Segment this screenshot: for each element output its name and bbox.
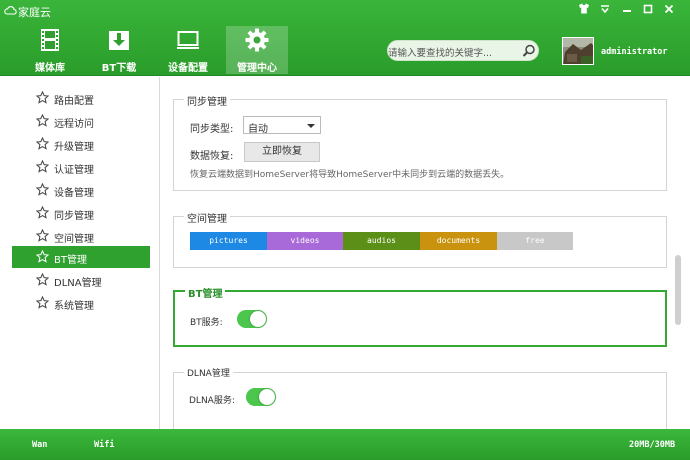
app-header: 家庭云 媒体库 BT下载 设备配置 管理中心 请输入要查找的关键字... adm… [0,0,690,76]
sidebar-item-bt[interactable]: BT管理 [12,246,150,268]
sidebar-item-label: 远程访问 [54,119,94,130]
maximize-icon[interactable] [641,3,655,17]
download-icon [109,31,129,50]
sync-type-value: 自动 [248,124,268,135]
space-bar-documents: documents [420,232,497,250]
sidebar-item-sync[interactable]: 同步管理 [12,202,150,224]
sidebar-item-label: 路由配置 [54,96,94,107]
section-title: 同步管理 [184,93,230,108]
section-title: DLNA管理 [184,366,233,379]
sidebar-item-label: 升级管理 [54,142,94,153]
monitor-icon [177,31,199,49]
space-section: 空间管理 pictures videos audios documents fr… [173,210,667,268]
section-title: 空间管理 [184,210,230,225]
star-icon [36,137,49,150]
star-icon [36,183,49,196]
avatar-image [563,38,593,64]
search-icon[interactable] [522,44,536,58]
star-icon [36,296,49,309]
main-panel: 同步管理 同步类型: 自动 数据恢复: 立即恢复 恢复云端数据到HomeServ… [161,77,690,429]
sidebar-item-label: 同步管理 [54,211,94,222]
tab-bt-download[interactable]: BT下载 [88,26,150,74]
section-title: BT管理 [185,285,226,300]
chevron-down-icon [307,124,315,128]
cloud-icon [4,6,17,15]
sidebar-item-label: 认证管理 [54,165,94,176]
wan-status: Wan [32,440,48,450]
search-box[interactable]: 请输入要查找的关键字... [387,40,539,61]
sync-section: 同步管理 同步类型: 自动 数据恢复: 立即恢复 恢复云端数据到HomeServ… [173,93,667,191]
dlna-service-label: DLNA服务: [189,396,235,406]
bt-service-toggle[interactable] [237,310,267,328]
sidebar-item-dlna[interactable]: DLNA管理 [12,269,150,291]
restore-now-button[interactable]: 立即恢复 [244,142,320,162]
sidebar-item-system[interactable]: 系统管理 [12,292,150,314]
tab-media-library[interactable]: 媒体库 [19,26,81,74]
restore-label: 数据恢复: [190,151,234,162]
status-bar: Wan Wifi 20MB/30MB [0,429,690,460]
sidebar-item-devices[interactable]: 设备管理 [12,179,150,201]
sidebar-item-label: 系统管理 [54,301,94,312]
sidebar-item-label: DLNA管理 [54,278,102,289]
minimize-icon[interactable] [620,3,634,17]
star-icon [36,114,49,127]
sidebar-item-label: BT管理 [54,255,87,266]
avatar[interactable] [562,37,594,65]
tab-label: 媒体库 [35,63,65,74]
space-bar-pictures: pictures [190,232,267,250]
scrollbar-thumb[interactable] [675,255,681,325]
title-bar: 家庭云 [0,0,690,22]
star-icon [36,250,49,263]
sync-type-label: 同步类型: [190,124,234,135]
film-icon [41,29,59,51]
wifi-status: Wifi [94,440,115,450]
star-icon [36,206,49,219]
space-bar-audios: audios [343,232,420,250]
tab-label: BT下载 [101,63,137,74]
bt-section: BT管理 BT服务: [173,285,667,347]
app-title: 家庭云 [18,6,51,19]
search-input[interactable]: 请输入要查找的关键字... [388,45,492,59]
sidebar-item-upgrade[interactable]: 升级管理 [12,133,150,155]
bt-service-label: BT服务: [190,318,223,328]
space-bar-videos: videos [267,232,343,250]
sync-type-select[interactable]: 自动 [243,116,321,135]
sidebar-item-router-config[interactable]: 路由配置 [12,87,150,109]
sidebar-item-remote-access[interactable]: 远程访问 [12,110,150,132]
tab-management-center[interactable]: 管理中心 [226,26,288,74]
tab-label: 管理中心 [237,63,277,74]
shirt-icon[interactable] [577,3,591,17]
menu-icon[interactable] [598,3,612,17]
sidebar-item-auth[interactable]: 认证管理 [12,156,150,178]
toggle-knob [259,389,275,405]
close-icon[interactable] [662,3,676,17]
star-icon [36,273,49,286]
tab-label: 设备配置 [168,63,208,74]
dlna-service-toggle[interactable] [246,388,276,406]
star-icon [36,229,49,242]
space-bar-free: free [497,232,573,250]
star-icon [36,91,49,104]
star-icon [36,160,49,173]
tab-device-config[interactable]: 设备配置 [157,26,219,74]
toggle-knob [250,311,266,327]
storage-usage: 20MB/30MB [629,440,676,450]
sidebar-item-label: 空间管理 [54,234,94,245]
dlna-section: DLNA管理 DLNA服务: [173,366,667,429]
sidebar: 路由配置 远程访问 升级管理 认证管理 设备管理 同步管理 空间管理 BT管理 … [0,77,160,429]
gear-icon [245,28,269,52]
username[interactable]: administrator [601,47,668,57]
sidebar-item-label: 设备管理 [54,188,94,199]
sync-hint: 恢复云端数据到HomeServer将导致HomeServer中未同步到云端的数据… [190,170,510,180]
sidebar-item-space[interactable]: 空间管理 [12,225,150,247]
